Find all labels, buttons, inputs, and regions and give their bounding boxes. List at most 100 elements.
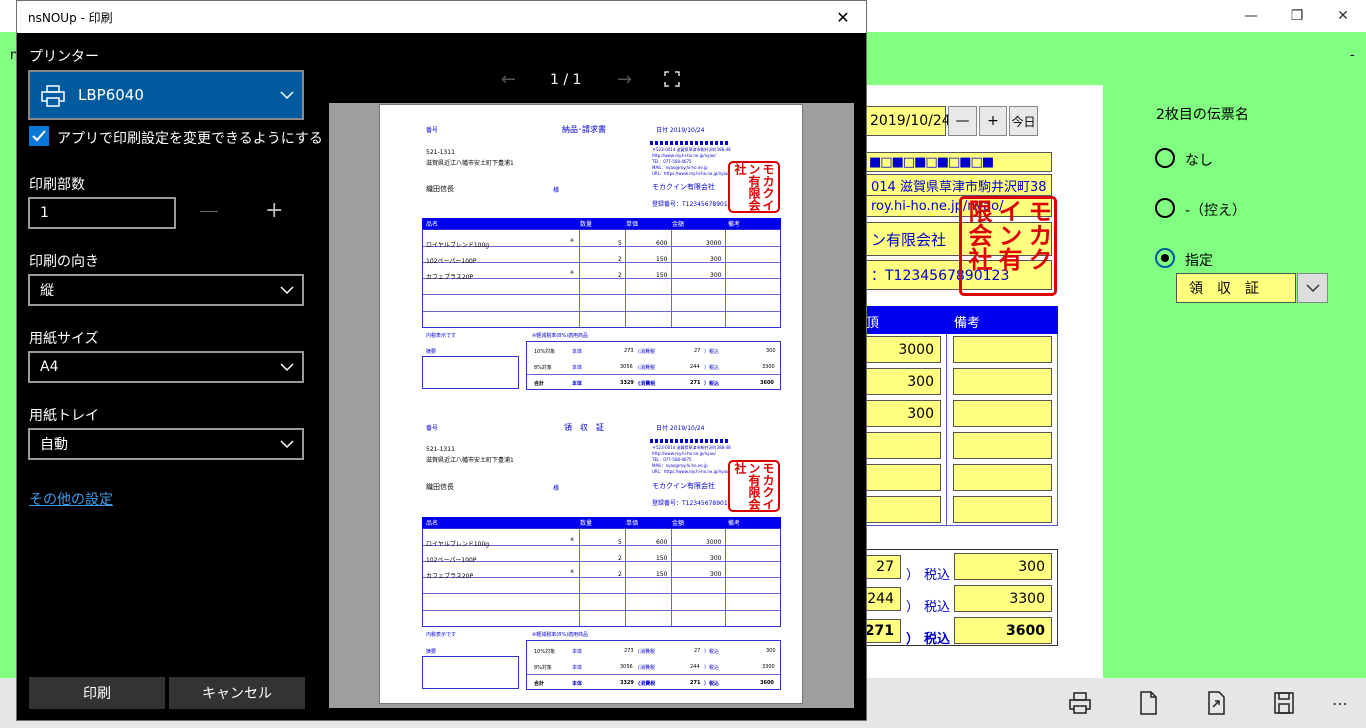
sender-address: 014 滋賀県草津市駒井沢町38 xyxy=(866,174,1052,196)
slip1-row1-mark: ※ xyxy=(570,238,575,244)
slip2-sum1-base: 273 xyxy=(624,648,634,654)
slip1-sum1-tax: 27 xyxy=(694,348,701,354)
slip2-sum2-label: 8%対象 xyxy=(534,665,552,671)
slip2-row1-amount: 3000 xyxy=(706,539,722,546)
paper-size-select[interactable]: A4 xyxy=(28,351,304,383)
slip1-row1-qty: 5 xyxy=(618,240,622,247)
slip2-memo-box xyxy=(422,656,519,689)
radio-copy[interactable] xyxy=(1155,198,1175,218)
allow-app-settings-label: アプリで印刷設定を変更できるようにする xyxy=(57,131,323,147)
print-button[interactable]: 印刷 xyxy=(29,677,165,709)
slip2-sum3-body: 本体 xyxy=(572,681,583,687)
slip2-sum3-incl: 3600 xyxy=(760,680,774,686)
chevron-down-icon xyxy=(280,440,294,449)
print-dialog: nsNOUp - 印刷 ✕ プリンター LBP6040 アプリで印刷設定を変更で… xyxy=(16,0,867,721)
amount-field-2[interactable]: 300 xyxy=(866,368,941,395)
slip2-h-amount: 金額 xyxy=(672,520,685,527)
chevron-down-icon xyxy=(280,363,294,372)
slip1-row2-name: 102ペーパー100P xyxy=(426,258,477,265)
date-minus-button[interactable]: — xyxy=(948,106,977,136)
slip2-sum2-body: 本体 xyxy=(572,665,583,671)
slip1-address: 滋賀県近江八幡市安土町下豊浦1 xyxy=(426,160,514,167)
print-dialog-title: nsNOUp - 印刷 xyxy=(17,1,866,33)
copies-input[interactable]: 1 xyxy=(28,197,176,229)
amount-field-4[interactable] xyxy=(866,432,941,459)
slip2-address: 滋賀県近江八幡市安土町下豊浦1 xyxy=(426,457,514,464)
radio-custom-label: 指定 xyxy=(1185,253,1213,269)
prev-page-icon[interactable]: ← xyxy=(501,69,516,90)
amount-field-3[interactable]: 300 xyxy=(866,400,941,427)
radio-none[interactable] xyxy=(1155,148,1175,168)
close-app-button[interactable]: ✕ xyxy=(1320,0,1366,32)
slip2-dots xyxy=(650,439,730,443)
slip2-sum1-body: 本体 xyxy=(572,649,583,655)
slip1-sum1-taxlabel: (消費税 xyxy=(638,349,655,355)
slip2-sum1-label: 10%対象 xyxy=(534,649,556,655)
slip1-reduced-note: ※軽減税率(8%)適用商品 xyxy=(532,333,589,339)
orientation-select[interactable]: 縦 xyxy=(28,274,304,306)
slip2-row3-name: カフェプラス20P xyxy=(426,573,474,580)
slip1-sama: 様 xyxy=(553,187,560,194)
allow-app-settings-checkbox[interactable] xyxy=(29,126,49,146)
cancel-button[interactable]: キャンセル xyxy=(169,677,305,709)
custom-name-field[interactable]: 領 収 証 xyxy=(1176,273,1296,303)
restore-button[interactable]: ❐ xyxy=(1274,0,1320,32)
note-field-3[interactable] xyxy=(953,400,1052,427)
printer-icon xyxy=(41,85,65,107)
slip1-sum2-incl: 3300 xyxy=(762,364,775,370)
more-settings-link[interactable]: その他の設定 xyxy=(29,489,113,509)
amount-field-5[interactable] xyxy=(866,464,941,491)
slip2-h-qty: 数量 xyxy=(580,520,593,527)
slip2-sum1-incllabel: ）税込 xyxy=(704,649,720,655)
orientation-value: 縦 xyxy=(40,283,54,299)
note-field-2[interactable] xyxy=(953,368,1052,395)
date-field[interactable]: 2019/10/24 xyxy=(866,106,951,136)
new-document-icon[interactable] xyxy=(1136,690,1160,716)
note-field-6[interactable] xyxy=(953,496,1052,523)
slip2-date: 日付 2019/10/24 xyxy=(656,425,705,432)
incl10-field: 300 xyxy=(954,553,1052,580)
paper-tray-value: 自動 xyxy=(40,437,68,453)
fullscreen-icon[interactable] xyxy=(664,71,680,87)
paper-tray-select[interactable]: 自動 xyxy=(28,428,304,460)
minimize-button[interactable]: — xyxy=(1228,0,1274,32)
slip2-sum3-base: 3329 xyxy=(620,680,634,686)
dialog-close-button[interactable]: ✕ xyxy=(820,1,866,33)
today-button[interactable]: 今日 xyxy=(1009,106,1038,136)
slip2-h-note: 備考 xyxy=(728,520,741,527)
slip1-row3-amount: 300 xyxy=(710,272,722,279)
next-page-icon[interactable]: → xyxy=(617,69,632,90)
slip2-row3-amount: 300 xyxy=(710,571,722,578)
printer-icon[interactable] xyxy=(1068,690,1092,716)
slip2-row3-qty: 2 xyxy=(618,571,622,578)
amount-field-1[interactable]: 3000 xyxy=(866,336,941,363)
more-icon[interactable]: ⋯ xyxy=(1332,694,1348,713)
export-icon[interactable] xyxy=(1204,690,1228,716)
save-icon[interactable] xyxy=(1272,690,1296,716)
note-field-5[interactable] xyxy=(953,464,1052,491)
slip1-customer: 織田信長 xyxy=(426,185,454,193)
note-field-1[interactable] xyxy=(953,336,1052,363)
bg-dash: - xyxy=(1350,48,1355,63)
slip1-sum3-body: 本体 xyxy=(572,381,583,387)
custom-name-dropdown[interactable] xyxy=(1297,273,1328,303)
slip2-sum1-tax: 27 xyxy=(694,648,701,654)
printer-select[interactable]: LBP6040 xyxy=(28,70,304,120)
orientation-label: 印刷の向き xyxy=(29,254,99,270)
copies-decrease-button[interactable] xyxy=(200,211,218,212)
amount-field-6[interactable] xyxy=(866,496,941,523)
slip2-sender-5: URL：https://www.roy.hi-ho.ne.jp/nyao/ xyxy=(652,469,730,474)
slip1-sum2-tax: 244 xyxy=(690,364,700,370)
radio-custom[interactable] xyxy=(1155,248,1175,268)
date-plus-button[interactable]: + xyxy=(979,106,1007,136)
paper-size-label: 用紙サイズ xyxy=(29,331,99,347)
slip2-table-header: 品名 数量 単価 金額 備考 xyxy=(422,517,781,528)
slip1-sum3-incl: 3600 xyxy=(760,380,774,386)
slip2-seal-stamp: モカクイン有限会社 xyxy=(728,460,780,512)
slip2-sum1-taxlabel: (消費税 xyxy=(638,649,655,655)
copies-increase-button[interactable]: + xyxy=(265,200,283,222)
note-field-4[interactable] xyxy=(953,432,1052,459)
slip2-reduced-note: ※軽減税率(8%)適用商品 xyxy=(532,632,589,638)
slip1-sum1-base: 273 xyxy=(624,348,634,354)
slip1-row3-mark: ※ xyxy=(570,270,575,276)
